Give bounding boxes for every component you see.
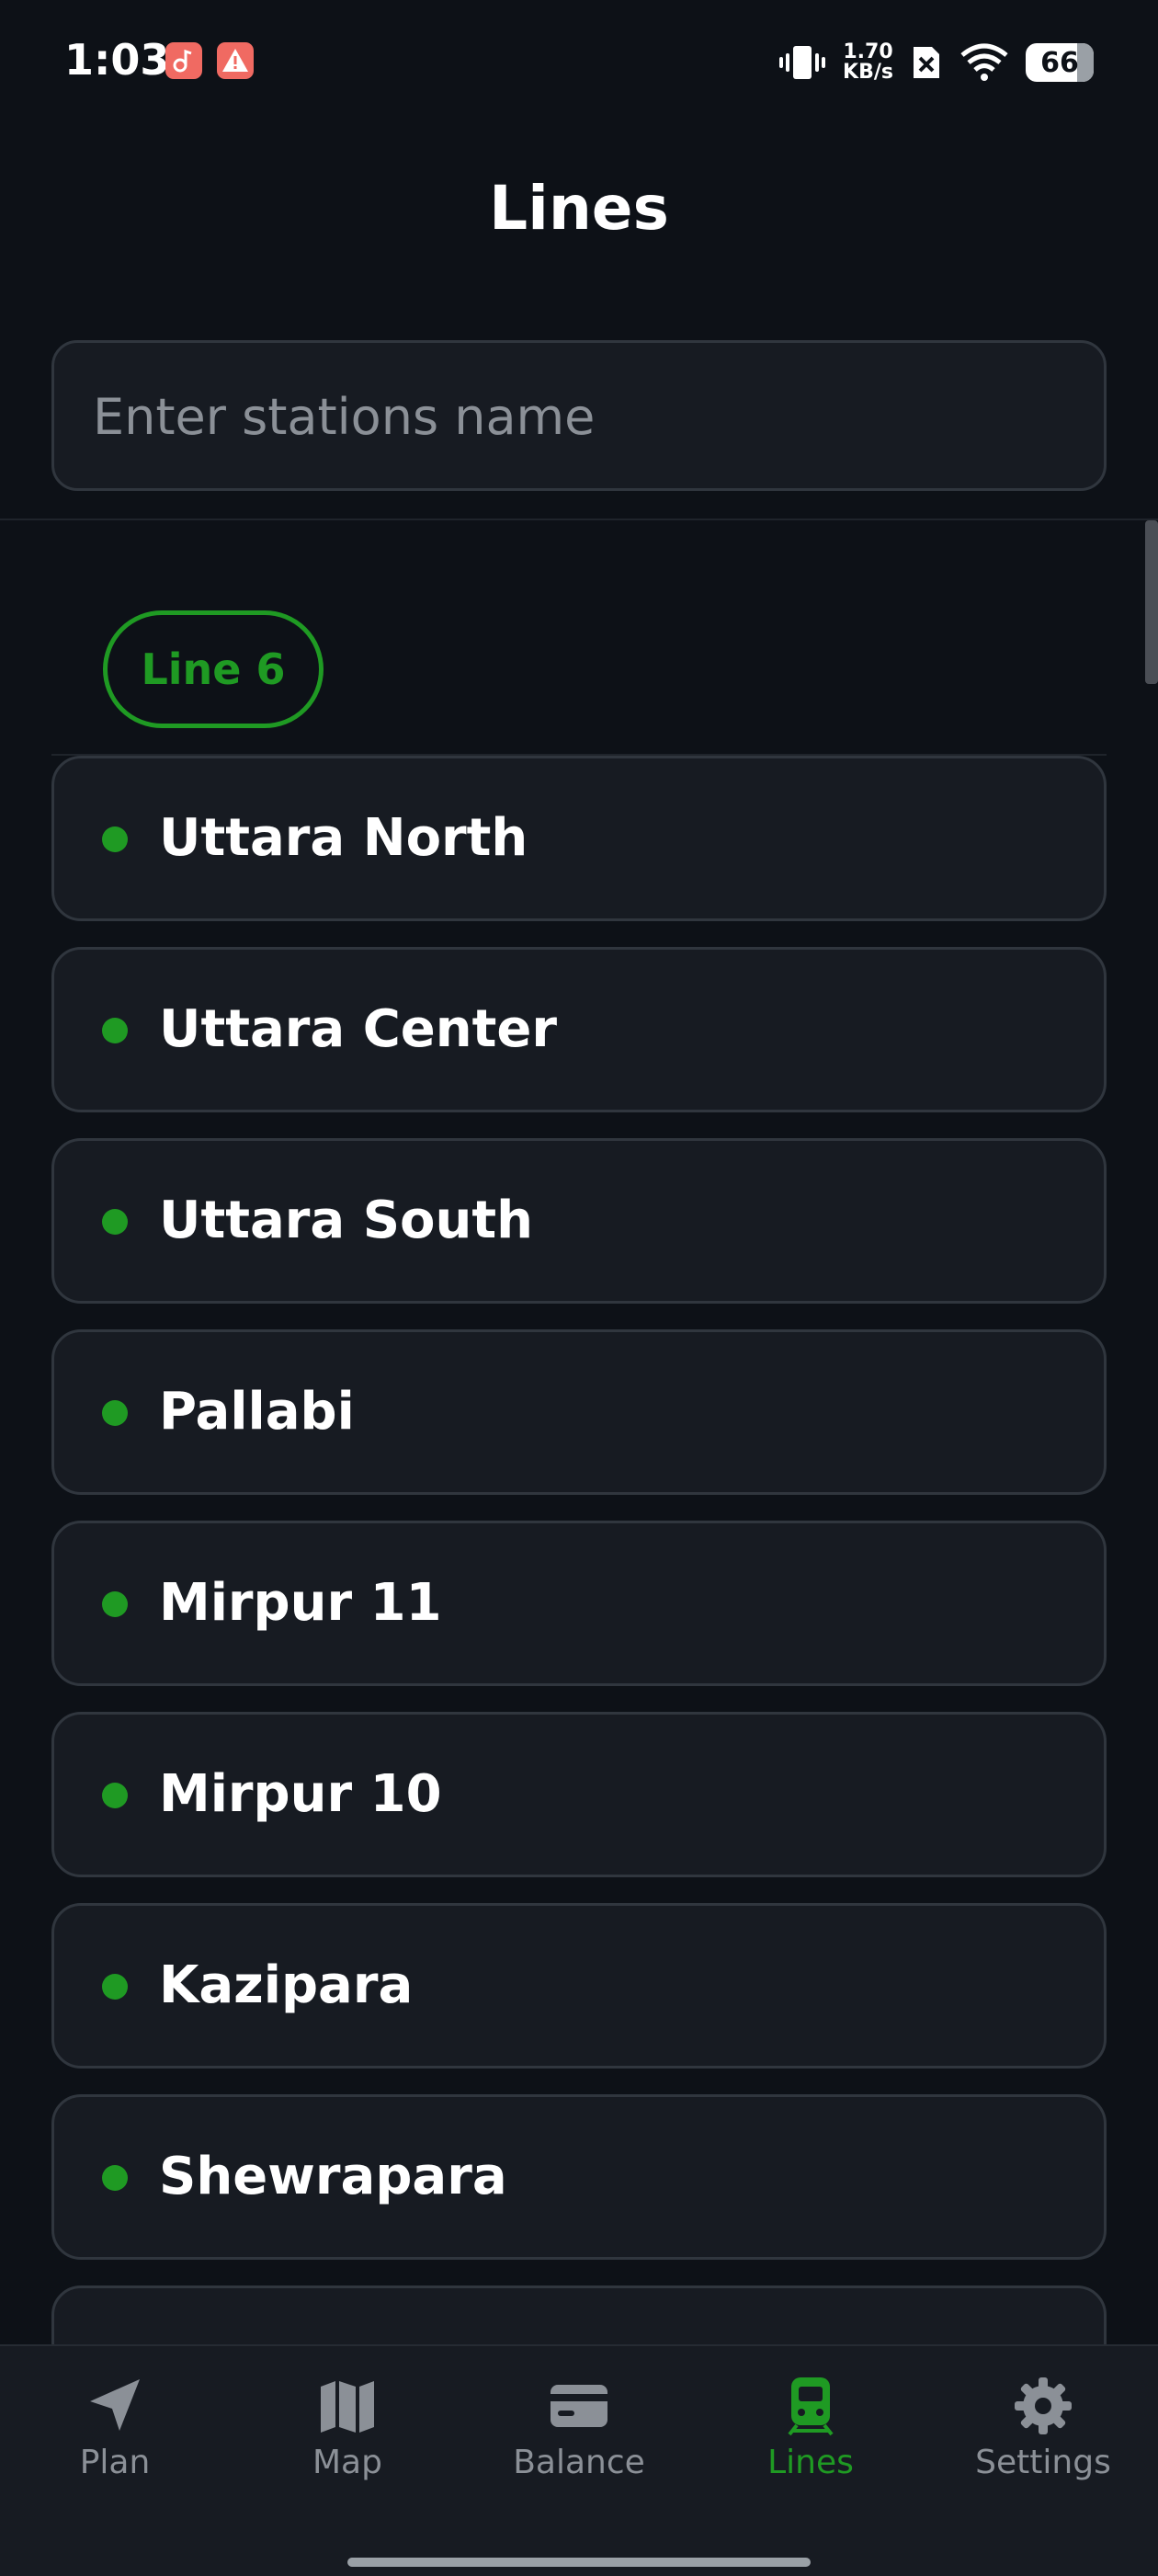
station-dot-icon [102,1591,128,1617]
station-item[interactable]: Uttara North [51,756,1107,921]
station-item[interactable]: Uttara Center [51,947,1107,1112]
gear-icon [1015,2377,1072,2434]
station-name: Uttara South [159,1191,534,1250]
station-search-field[interactable] [51,340,1107,491]
nav-map[interactable]: Map [255,2374,439,2481]
net-speed-value: 1.70 [843,40,893,63]
music-app-icon [165,42,202,79]
battery-icon: 66 [1026,43,1094,82]
search-input[interactable] [91,343,1069,490]
station-item[interactable]: Pallabi [51,1329,1107,1495]
status-bar: 1:03 1.70 KB/s 66 [0,0,1158,125]
station-name: Mirpur 11 [159,1573,442,1633]
navigation-arrow-icon [90,2379,140,2431]
station-item[interactable]: Mirpur 11 [51,1521,1107,1686]
nav-label: Plan [79,2444,151,2481]
map-icon [321,2381,374,2433]
nav-label: Map [312,2444,382,2481]
station-name: Kazipara [159,1955,414,2015]
nav-label: Lines [767,2444,854,2481]
station-list: Uttara North Uttara Center Uttara South … [51,756,1107,2344]
status-time: 1:03 [64,35,170,85]
station-name: Uttara Center [159,999,558,1059]
bottom-navigation: Plan Map Balance Lines Settings [0,2344,1158,2576]
network-speed: 1.70 KB/s [843,42,893,83]
page-title: Lines [489,173,669,244]
line-filter-chip[interactable]: Line 6 [103,610,324,728]
vibrate-icon [779,46,826,79]
station-dot-icon [102,2165,128,2191]
station-item-partial[interactable] [51,2285,1107,2344]
lines-content[interactable]: Line 6 Uttara North Uttara Center Uttara… [0,520,1158,2344]
nav-lines[interactable]: Lines [719,2374,903,2481]
card-icon [551,2385,607,2427]
station-dot-icon [102,1783,128,1808]
home-indicator[interactable] [347,2558,811,2567]
station-item[interactable]: Uttara South [51,1138,1107,1304]
station-dot-icon [102,1400,128,1426]
station-name: Pallabi [159,1382,355,1442]
station-name: Mirpur 10 [159,1764,442,1824]
battery-level: 66 [1040,46,1079,79]
nav-plan[interactable]: Plan [23,2374,207,2481]
station-dot-icon [102,1018,128,1043]
nav-balance[interactable]: Balance [487,2374,671,2481]
station-dot-icon [102,826,128,852]
station-dot-icon [102,1974,128,2000]
nav-label: Settings [975,2444,1111,2481]
net-speed-unit: KB/s [843,61,893,84]
wifi-icon [960,43,1008,81]
train-icon [788,2377,834,2436]
station-name: Uttara North [159,808,528,868]
no-sim-icon [914,47,939,78]
station-item[interactable]: Mirpur 10 [51,1712,1107,1877]
station-item[interactable]: Kazipara [51,1903,1107,2069]
alert-icon [217,42,254,79]
nav-settings[interactable]: Settings [951,2374,1135,2481]
scrollbar-thumb[interactable] [1145,520,1158,684]
station-item[interactable]: Shewrapara [51,2094,1107,2260]
station-name: Shewrapara [159,2147,507,2206]
station-dot-icon [102,1209,128,1235]
nav-label: Balance [513,2444,645,2481]
